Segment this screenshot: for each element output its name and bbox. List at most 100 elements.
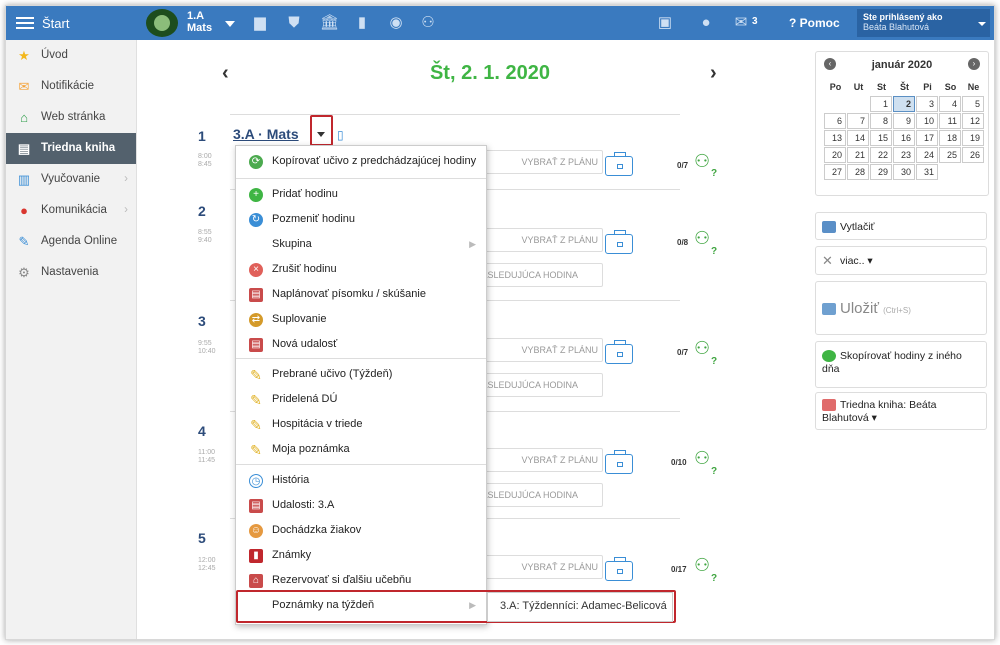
sidebar-item-triedna-kniha[interactable]: ▤ Triedna kniha	[6, 133, 136, 164]
calendar-day[interactable]: 18	[939, 130, 961, 146]
menu-item-new-event[interactable]: ▤ Nová udalosť	[236, 332, 486, 357]
help-link[interactable]: ? Pomoc	[789, 16, 840, 30]
calendar-day[interactable]: 17	[916, 130, 938, 146]
menu-item-week-topics[interactable]: ✎ Prebrané učivo (Týždeň)	[236, 362, 486, 387]
chat-icon[interactable]: ●	[698, 15, 714, 31]
calendar-day[interactable]: 20	[824, 147, 846, 163]
clock-icon: ◷	[249, 474, 263, 488]
menu-item-plan-test[interactable]: ▤ Naplánovať písomku / skúšanie	[236, 282, 486, 307]
menu-item-add[interactable]: + Pridať hodinu	[236, 182, 486, 207]
sidebar-item-uvod[interactable]: ★ Úvod	[6, 40, 136, 71]
calendar-day[interactable]: 9	[893, 113, 915, 129]
calendar-day[interactable]: 29	[870, 164, 892, 180]
calendar-day[interactable]: 6	[824, 113, 846, 129]
next-day-button[interactable]: ›	[710, 62, 717, 85]
chevron-down-icon[interactable]	[225, 21, 235, 27]
school-building-icon[interactable]: 🏛	[320, 15, 339, 31]
menu-item-attendance[interactable]: ☺ Dochádzka žiakov	[236, 518, 486, 543]
next-lesson-button[interactable]: NASLEDUJÚCA HODINA	[470, 483, 603, 507]
sidebar-item-notifikacie[interactable]: ✉ Notifikácie	[6, 71, 136, 102]
print-button[interactable]: Vytlačiť	[815, 212, 987, 240]
hamburger-menu-icon[interactable]	[16, 14, 34, 32]
screen-icon[interactable]: ▣	[657, 15, 673, 31]
next-month-icon[interactable]: ›	[968, 58, 980, 70]
calendar-day[interactable]: 3	[916, 96, 938, 112]
briefcase-icon[interactable]	[605, 340, 633, 364]
more-button[interactable]: ✕ viac.. ▾	[815, 246, 987, 275]
next-lesson-button[interactable]: NASLEDUJÚCA HODINA	[470, 263, 603, 287]
bar-chart-icon[interactable]: ▮	[354, 15, 370, 31]
sidebar-item-komunikacia[interactable]: ● Komunikácia ›	[6, 195, 136, 226]
people-walking-icon[interactable]: ⚇	[420, 15, 436, 31]
select-from-plan-button[interactable]: VYBRAŤ Z PLÁNU	[470, 228, 603, 252]
calendar-day[interactable]: 22	[870, 147, 892, 163]
calendar-day[interactable]: 13	[824, 130, 846, 146]
calendar-day[interactable]: 30	[893, 164, 915, 180]
class-avatar[interactable]	[146, 9, 178, 37]
menu-label: História	[272, 474, 310, 486]
calendar-day[interactable]: 26	[962, 147, 984, 163]
calendar-day[interactable]: 23	[893, 147, 915, 163]
briefcase-icon[interactable]	[605, 230, 633, 254]
calendar-day[interactable]: 11	[939, 113, 961, 129]
prev-day-button[interactable]: ‹	[222, 62, 229, 85]
briefcase-icon[interactable]	[605, 557, 633, 581]
calendar-day[interactable]: 2	[893, 96, 915, 112]
calendar-day[interactable]: 19	[962, 130, 984, 146]
calendar-day[interactable]: 7	[847, 113, 869, 129]
calendar-day[interactable]: 27	[824, 164, 846, 180]
menu-item-my-note[interactable]: ✎ Moja poznámka	[236, 437, 486, 462]
mail-icon[interactable]: ✉	[733, 15, 749, 31]
sidebar-item-vyucovanie[interactable]: ▥ Vyučovanie ›	[6, 164, 136, 195]
menu-item-events[interactable]: ▤ Udalosti: 3.A	[236, 493, 486, 518]
calendar-day[interactable]: 8	[870, 113, 892, 129]
briefcase-icon[interactable]: ▆	[252, 15, 268, 31]
sidebar-item-agenda[interactable]: ✎ Agenda Online	[6, 226, 136, 257]
dashboard-icon[interactable]: ◉	[388, 15, 404, 31]
calendar-day[interactable]: 28	[847, 164, 869, 180]
start-link[interactable]: Štart	[42, 16, 69, 31]
copy-hours-button[interactable]: Skopírovať hodiny z iného dňa	[815, 341, 987, 388]
menu-item-history[interactable]: ◷ História	[236, 468, 486, 493]
menu-item-homework[interactable]: ✎ Pridelená DÚ	[236, 387, 486, 412]
menu-item-group[interactable]: Skupina ▶	[236, 232, 486, 257]
calendar-day[interactable]: 1	[870, 96, 892, 112]
menu-item-change[interactable]: ↻ Pozmeniť hodinu	[236, 207, 486, 232]
sidebar-item-label: Nastavenia	[41, 266, 99, 278]
menu-item-inspection[interactable]: ✎ Hospitácia v triede	[236, 412, 486, 437]
calendar-day[interactable]: 10	[916, 113, 938, 129]
save-button[interactable]: Uložiť (Ctrl+S)	[815, 281, 987, 335]
lesson-dropdown-arrow-icon[interactable]	[317, 132, 325, 137]
lesson-name-link[interactable]: 3.A · Mats	[233, 126, 299, 142]
calendar-day[interactable]: 4	[939, 96, 961, 112]
calendar-day[interactable]: 15	[870, 130, 892, 146]
menu-item-copy[interactable]: ⟳ Kopírovať učivo z predchádzajúcej hodin…	[236, 149, 486, 174]
sidebar-item-nastavenia[interactable]: ⚙ Nastavenia	[6, 257, 136, 288]
edit-icon[interactable]: ▯	[337, 128, 344, 142]
briefcase-icon[interactable]	[605, 450, 633, 474]
menu-item-cancel[interactable]: × Zrušiť hodinu	[236, 257, 486, 282]
weekly-notes-submenu-item[interactable]: 3.A: Týždenníci: Adamec-Belicová	[487, 592, 673, 622]
select-from-plan-button[interactable]: VYBRAŤ Z PLÁNU	[470, 555, 603, 579]
briefcase-icon[interactable]	[605, 152, 633, 176]
calendar-day[interactable]: 24	[916, 147, 938, 163]
class-selector[interactable]: 1.A Mats	[187, 10, 212, 34]
select-from-plan-button[interactable]: VYBRAŤ Z PLÁNU	[470, 150, 603, 174]
calendar-day[interactable]: 16	[893, 130, 915, 146]
sidebar-item-web[interactable]: ⌂ Web stránka	[6, 102, 136, 133]
menu-item-grades[interactable]: ▮ Známky	[236, 543, 486, 568]
shield-icon[interactable]: ⛊	[286, 15, 302, 31]
calendar-day[interactable]: 5	[962, 96, 984, 112]
select-from-plan-button[interactable]: VYBRAŤ Z PLÁNU	[470, 448, 603, 472]
calendar-day[interactable]: 12	[962, 113, 984, 129]
class-book-button[interactable]: Triedna kniha: Beáta Blahutová ▾	[815, 392, 987, 430]
select-from-plan-button[interactable]: VYBRAŤ Z PLÁNU	[470, 338, 603, 362]
user-menu[interactable]: Ste prihlásený ako Beáta Blahutová	[857, 9, 990, 37]
calendar-day[interactable]: 14	[847, 130, 869, 146]
sidebar: ★ Úvod ✉ Notifikácie ⌂ Web stránka ▤ Triedna…	[6, 40, 137, 639]
calendar-day[interactable]: 25	[939, 147, 961, 163]
calendar-day[interactable]: 21	[847, 147, 869, 163]
menu-item-substitution[interactable]: ⇄ Suplovanie	[236, 307, 486, 332]
next-lesson-button[interactable]: NASLEDUJÚCA HODINA	[470, 373, 603, 397]
calendar-day[interactable]: 31	[916, 164, 938, 180]
